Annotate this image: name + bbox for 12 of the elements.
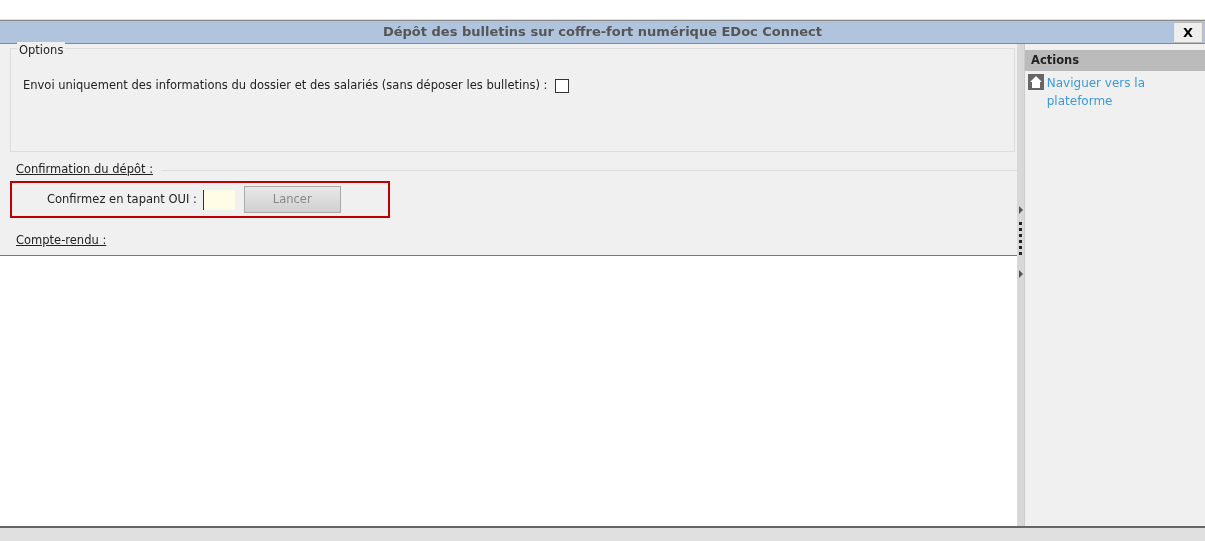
group-label: Options [17,42,66,60]
home-icon [1027,74,1044,91]
confirm-label: Confirmez en tapant OUI : [47,190,197,208]
close-button[interactable]: X [1173,22,1203,43]
section-heading: Confirmation du dépôt : [16,161,162,179]
window-title: Dépôt des bulletins sur coffre-fort numérique EDoc Connect [382,24,823,39]
navigate-link[interactable]: Naviguer vers la plateforme [1046,74,1157,111]
panel-header: Actions [1025,50,1205,72]
checkbox-label: Envoi uniquement des informations du dossier et des salariés (sans déposer les bulletins) : [23,77,548,94]
confirm-input-field[interactable] [202,189,235,210]
checkbox[interactable] [555,78,570,93]
splitter-handle[interactable] [1017,44,1024,526]
